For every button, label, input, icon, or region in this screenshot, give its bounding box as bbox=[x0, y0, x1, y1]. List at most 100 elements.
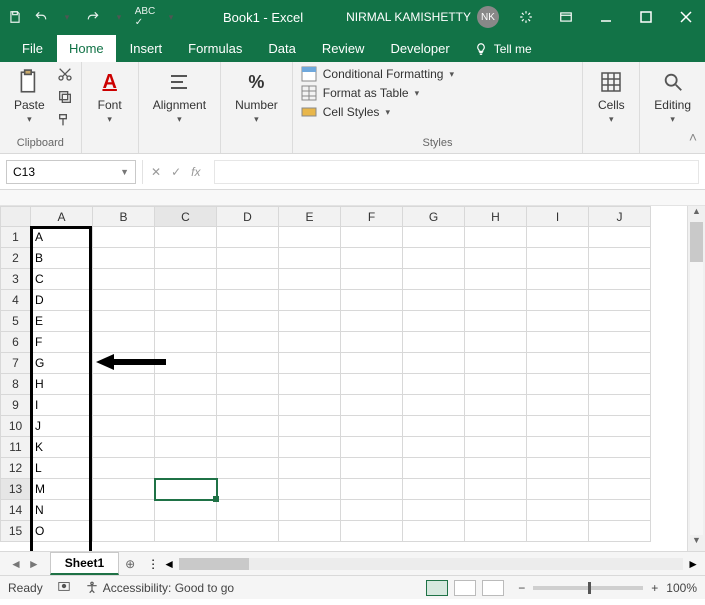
tab-insert[interactable]: Insert bbox=[118, 35, 175, 62]
cell[interactable] bbox=[589, 416, 651, 437]
cell[interactable] bbox=[589, 437, 651, 458]
paste-dropdown-icon[interactable]: ▾ bbox=[27, 114, 32, 125]
cell[interactable] bbox=[217, 374, 279, 395]
cell[interactable] bbox=[403, 374, 465, 395]
cell[interactable] bbox=[341, 290, 403, 311]
cell[interactable] bbox=[217, 248, 279, 269]
view-page-layout-icon[interactable] bbox=[454, 580, 476, 596]
cell[interactable] bbox=[527, 290, 589, 311]
cell[interactable] bbox=[589, 311, 651, 332]
cell[interactable] bbox=[93, 500, 155, 521]
row-header[interactable]: 15 bbox=[1, 521, 31, 542]
cut-icon[interactable] bbox=[57, 66, 73, 85]
cell[interactable] bbox=[589, 353, 651, 374]
cell[interactable] bbox=[93, 458, 155, 479]
name-box[interactable]: C13 ▼ bbox=[6, 160, 136, 184]
cell[interactable] bbox=[217, 521, 279, 542]
row-header[interactable]: 3 bbox=[1, 269, 31, 290]
undo-icon[interactable] bbox=[32, 8, 50, 26]
cell[interactable] bbox=[155, 416, 217, 437]
formula-bar[interactable] bbox=[214, 160, 699, 184]
col-header-A[interactable]: A bbox=[31, 207, 93, 227]
alignment-dropdown-icon[interactable]: ▾ bbox=[177, 114, 182, 125]
cell[interactable] bbox=[527, 269, 589, 290]
cell[interactable] bbox=[403, 269, 465, 290]
cell[interactable] bbox=[527, 416, 589, 437]
cell[interactable] bbox=[341, 458, 403, 479]
cell[interactable] bbox=[527, 248, 589, 269]
cell[interactable] bbox=[465, 458, 527, 479]
cell[interactable] bbox=[93, 311, 155, 332]
cell[interactable] bbox=[403, 458, 465, 479]
row-header[interactable]: 2 bbox=[1, 248, 31, 269]
cell[interactable] bbox=[341, 416, 403, 437]
cell[interactable] bbox=[93, 374, 155, 395]
cell[interactable] bbox=[93, 416, 155, 437]
cell[interactable] bbox=[155, 458, 217, 479]
cell[interactable] bbox=[465, 227, 527, 248]
sheet-next-icon[interactable]: ► bbox=[28, 557, 40, 571]
scroll-thumb[interactable] bbox=[690, 222, 703, 262]
name-box-dropdown-icon[interactable]: ▼ bbox=[120, 167, 129, 177]
cell[interactable] bbox=[527, 500, 589, 521]
alignment-button[interactable]: Alignment ▾ bbox=[147, 66, 212, 127]
cell[interactable] bbox=[527, 395, 589, 416]
cell[interactable] bbox=[279, 353, 341, 374]
row-header[interactable]: 5 bbox=[1, 311, 31, 332]
tab-developer[interactable]: Developer bbox=[378, 35, 461, 62]
cell[interactable]: G bbox=[31, 353, 93, 374]
row-header[interactable]: 14 bbox=[1, 500, 31, 521]
cell[interactable]: B bbox=[31, 248, 93, 269]
cell[interactable] bbox=[155, 479, 217, 500]
cell[interactable] bbox=[403, 332, 465, 353]
sheet-prev-icon[interactable]: ◄ bbox=[10, 557, 22, 571]
cell[interactable] bbox=[527, 521, 589, 542]
number-button[interactable]: % Number ▾ bbox=[229, 66, 284, 127]
cell[interactable]: O bbox=[31, 521, 93, 542]
cell[interactable] bbox=[589, 290, 651, 311]
tab-data[interactable]: Data bbox=[256, 35, 307, 62]
cell[interactable] bbox=[465, 248, 527, 269]
paste-button[interactable]: Paste ▾ bbox=[8, 66, 51, 127]
cell[interactable] bbox=[527, 458, 589, 479]
cell[interactable] bbox=[527, 479, 589, 500]
cell[interactable] bbox=[93, 395, 155, 416]
cell[interactable] bbox=[155, 332, 217, 353]
cell[interactable] bbox=[465, 521, 527, 542]
cell[interactable] bbox=[217, 353, 279, 374]
cell[interactable] bbox=[403, 227, 465, 248]
cell[interactable]: F bbox=[31, 332, 93, 353]
row-header[interactable]: 1 bbox=[1, 227, 31, 248]
cell[interactable] bbox=[155, 395, 217, 416]
col-header-C[interactable]: C bbox=[155, 207, 217, 227]
zoom-out-icon[interactable]: − bbox=[518, 581, 525, 595]
cell[interactable] bbox=[279, 311, 341, 332]
tab-home[interactable]: Home bbox=[57, 35, 116, 62]
cell[interactable] bbox=[341, 353, 403, 374]
cell[interactable]: L bbox=[31, 458, 93, 479]
col-header-B[interactable]: B bbox=[93, 207, 155, 227]
cell[interactable] bbox=[465, 290, 527, 311]
cell[interactable] bbox=[341, 248, 403, 269]
row-header[interactable]: 11 bbox=[1, 437, 31, 458]
cell[interactable]: A bbox=[31, 227, 93, 248]
cell[interactable] bbox=[217, 479, 279, 500]
horizontal-scrollbar[interactable]: ⋮ ◄ ► bbox=[141, 557, 705, 571]
cell[interactable] bbox=[341, 500, 403, 521]
cell[interactable] bbox=[217, 500, 279, 521]
cell[interactable] bbox=[403, 395, 465, 416]
editing-button[interactable]: Editing ▾ bbox=[648, 66, 697, 127]
cell[interactable] bbox=[341, 437, 403, 458]
status-accessibility[interactable]: Accessibility: Good to go bbox=[103, 581, 234, 595]
cell[interactable] bbox=[341, 227, 403, 248]
cell[interactable] bbox=[93, 479, 155, 500]
font-dropdown-icon[interactable]: ▾ bbox=[107, 114, 112, 125]
cell[interactable] bbox=[403, 437, 465, 458]
cell[interactable] bbox=[589, 500, 651, 521]
cell[interactable] bbox=[279, 248, 341, 269]
tell-me[interactable]: Tell me bbox=[464, 36, 542, 62]
account-area[interactable]: NIRMAL KAMISHETTY NK bbox=[346, 6, 499, 28]
scroll-up-icon[interactable]: ▲ bbox=[688, 206, 705, 222]
cell[interactable] bbox=[465, 479, 527, 500]
row-header[interactable]: 12 bbox=[1, 458, 31, 479]
